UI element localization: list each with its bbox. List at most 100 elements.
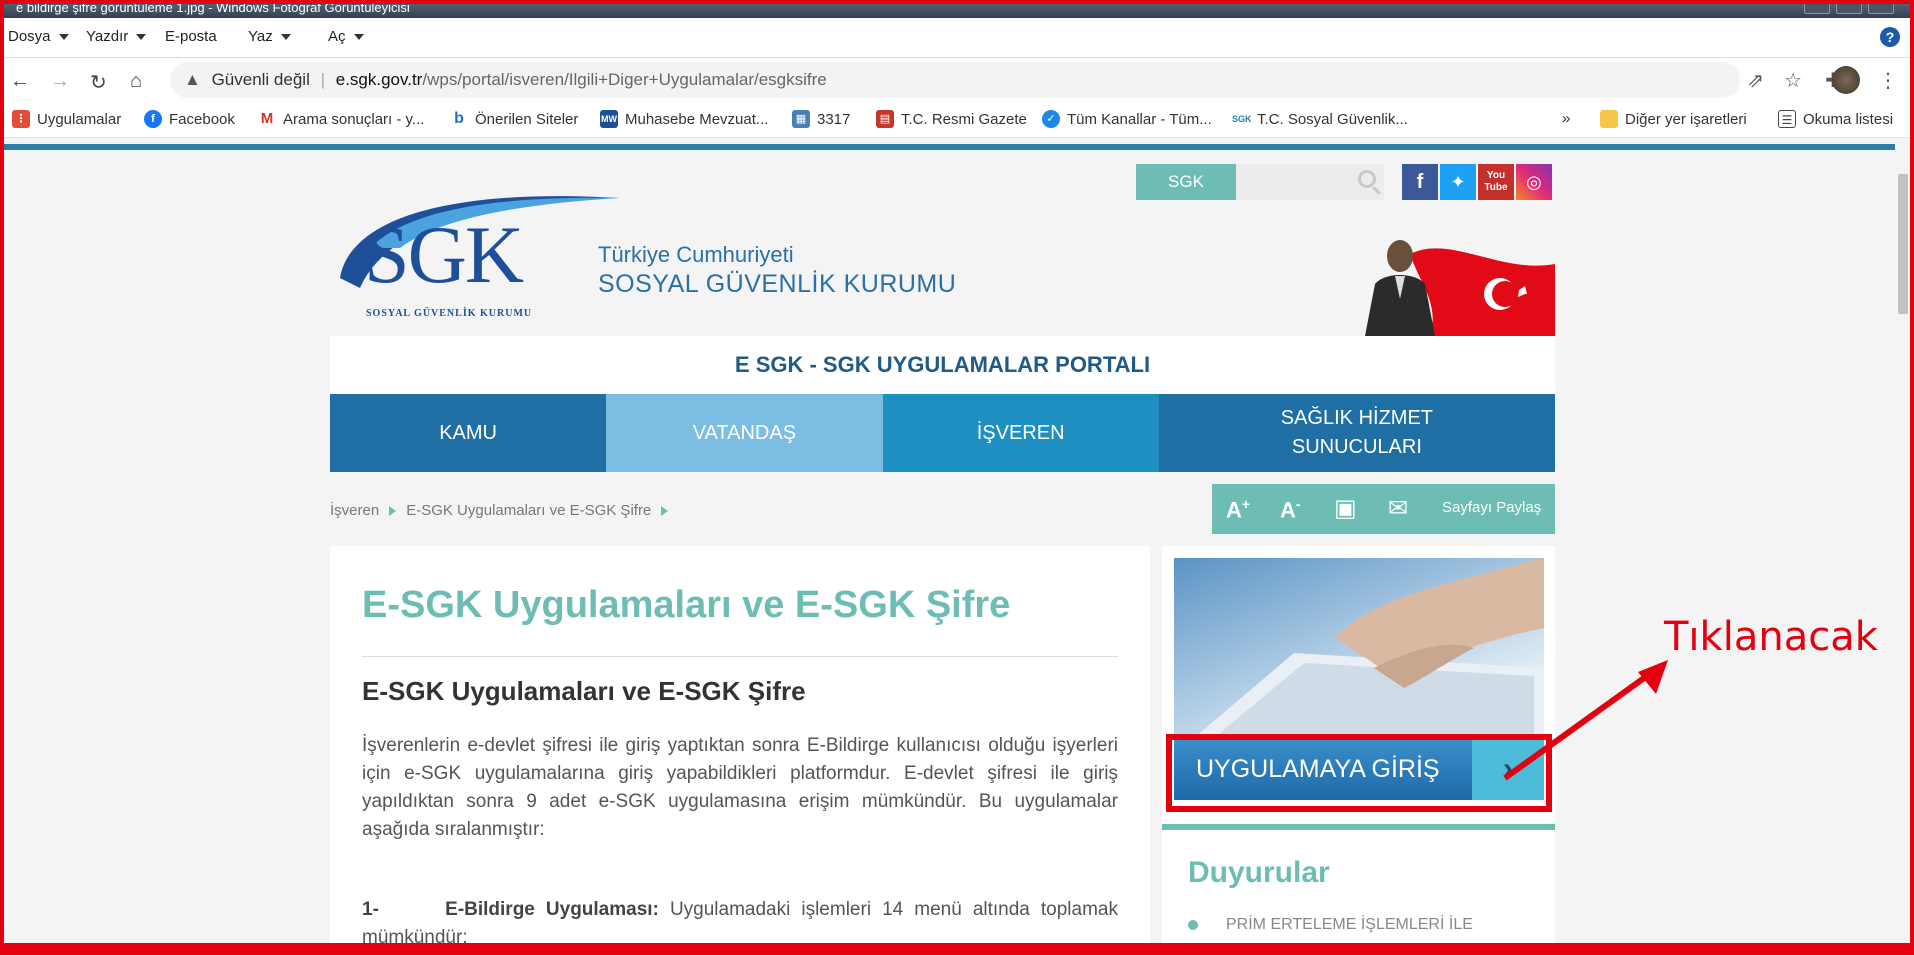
bookmark-resmi-gazete[interactable]: ▤ T.C. Resmi Gazete (876, 110, 1027, 128)
reading-list-button[interactable]: ☰ Okuma listesi (1778, 110, 1893, 128)
breadcrumb-current[interactable]: E-SGK Uygulamaları ve E-SGK Şifre (406, 502, 651, 519)
nav-kamu[interactable]: KAMU (330, 394, 607, 472)
calendar-icon: ▦ (792, 110, 810, 128)
article-intro: İşverenlerin e-devlet şifresi ile giriş … (362, 735, 1118, 840)
site-header: SGK f ✦ You Tube ◎ SGK SOSYAL GÜVENLİK KU… (330, 150, 1555, 336)
avatar[interactable] (1832, 66, 1860, 94)
print-icon[interactable]: ▣ (1334, 494, 1357, 523)
forward-arrow-icon[interactable]: → (50, 70, 70, 93)
url-separator: | (320, 70, 325, 89)
folder-icon (1600, 110, 1618, 128)
font-decrease-button[interactable]: A- (1280, 496, 1301, 523)
bookmark-uygulamalar[interactable]: ⋮ Uygulamalar (12, 110, 121, 128)
back-arrow-icon[interactable]: ← (10, 70, 30, 93)
bookmark-gmail[interactable]: M Arama sonuçları - y... (258, 110, 424, 128)
announcements-bar (1162, 824, 1555, 830)
channels-icon: ✓ (1042, 110, 1060, 128)
nav-vatandas[interactable]: VATANDAŞ (606, 394, 883, 472)
window-title: e bildirge şifre görüntüleme 1.jpg - Win… (16, 0, 410, 15)
page-viewport: SGK f ✦ You Tube ◎ SGK SOSYAL GÜVENLİK KU… (0, 138, 1914, 955)
bookmark-label: 3317 (817, 110, 851, 128)
url-host: e.sgk.gov.tr (335, 70, 423, 89)
bookmark-tum-kanallar[interactable]: ✓ Tüm Kanallar - Tüm... (1042, 110, 1212, 128)
star-icon[interactable]: ☆ (1784, 68, 1802, 93)
bookmark-label: Arama sonuçları - y... (283, 110, 425, 128)
chevron-down-icon (58, 33, 69, 40)
bing-icon: b (450, 110, 468, 128)
close-button[interactable] (1868, 0, 1894, 14)
breadcrumb-isveren[interactable]: İşveren (330, 502, 379, 519)
menu-eposta[interactable]: E-posta (165, 28, 217, 45)
bookmark-label: T.C. Resmi Gazete (901, 110, 1027, 128)
bookmarks-overflow-button[interactable]: » (1562, 110, 1570, 127)
url-field[interactable]: ▲ Güvenli değil | e.sgk.gov.tr/wps/porta… (170, 62, 1740, 98)
bookmark-label: Uygulamalar (37, 110, 122, 128)
menu-label: Aç (328, 28, 346, 45)
share-icon[interactable]: ⇗ (1747, 68, 1764, 93)
nav-isveren[interactable]: İŞVEREN (882, 394, 1159, 472)
scrollbar[interactable] (1896, 152, 1910, 952)
mail-icon[interactable]: ✉ (1388, 494, 1408, 523)
minimize-button[interactable] (1804, 0, 1830, 14)
bookmark-3317[interactable]: ▦ 3317 (792, 110, 850, 128)
sgk-logo[interactable]: SGK (364, 214, 524, 296)
facebook-icon[interactable]: f (1402, 164, 1438, 200)
bookmarks-bar: ⋮ Uygulamalar f Facebook M Arama sonuçları … (0, 102, 1914, 138)
announcements-title: Duyurular (1188, 856, 1330, 889)
page-tools: A+ A- ▣ ✉ Sayfayı Paylaş (1212, 484, 1555, 534)
menu-label: E-posta (165, 28, 217, 45)
menu-yaz[interactable]: Yaz (248, 28, 291, 45)
item-number: 1- (362, 899, 379, 920)
youtube-icon[interactable]: You Tube (1478, 164, 1514, 200)
breadcrumb-separator-icon (661, 505, 669, 516)
font-increase-button[interactable]: A+ (1226, 496, 1250, 523)
ataturk-flag-image (1365, 240, 1555, 336)
announcement-item[interactable]: PRİM ERTELEME İŞLEMLERİ İLE (1188, 916, 1538, 934)
nav-saglik[interactable]: SAĞLIK HİZMET SUNUCULARI (1158, 394, 1555, 472)
font-decrease-label: A (1280, 497, 1296, 523)
list-item: 1- E-Bildirge Uygulaması: Uygulamadaki i… (362, 896, 1118, 952)
bookmark-sgk[interactable]: SGK T.C. Sosyal Güvenlik... (1232, 110, 1408, 128)
bookmark-label: Okuma listesi (1803, 110, 1894, 128)
institution-line-2: SOSYAL GÜVENLİK KURUMU (598, 270, 957, 298)
logo-subtitle: SOSYAL GÜVENLİK KURUMU (366, 308, 533, 319)
keyboard-hero-image (1174, 558, 1544, 738)
kebab-menu-icon[interactable]: ⋮ (1878, 68, 1898, 93)
facebook-icon: f (144, 110, 162, 128)
reload-icon[interactable]: ↻ (90, 70, 107, 95)
share-page-link[interactable]: Sayfayı Paylaş (1442, 499, 1541, 516)
maximize-button[interactable] (1836, 0, 1862, 14)
instagram-icon[interactable]: ◎ (1516, 164, 1552, 200)
menu-bar: Dosya Yazdır E-posta Yaz Aç ? (0, 18, 1914, 58)
institution-line-1: Türkiye Cumhuriyeti (598, 242, 794, 267)
bookmark-facebook[interactable]: f Facebook (144, 110, 235, 128)
bookmark-onerilen[interactable]: b Önerilen Siteler (450, 110, 578, 128)
bookmark-label: Facebook (169, 110, 235, 128)
twitter-icon[interactable]: ✦ (1440, 164, 1476, 200)
home-icon[interactable]: ⌂ (130, 70, 142, 93)
menu-label: Yaz (248, 28, 273, 45)
annotation-callout: Tıklanacak (1664, 614, 1878, 660)
window-controls (1804, 0, 1894, 14)
overflow-label: » (1562, 110, 1571, 127)
bullet-icon (1188, 920, 1198, 930)
bookmark-label: Muhasebe Mevzuat... (625, 110, 769, 128)
search-icon[interactable] (1358, 170, 1376, 188)
menu-ac[interactable]: Aç (328, 28, 364, 45)
apps-grid-icon: ⋮ (12, 110, 30, 128)
chevron-down-icon (136, 33, 147, 40)
scrollbar-thumb[interactable] (1898, 174, 1908, 314)
menu-yazdir[interactable]: Yazdır (86, 28, 147, 45)
menu-dosya[interactable]: Dosya (8, 28, 69, 45)
help-icon[interactable]: ? (1880, 27, 1900, 47)
item-title: E-Bildirge Uygulaması: (445, 899, 659, 920)
bookmark-other[interactable]: Diğer yer işaretleri (1600, 110, 1747, 128)
article: E-SGK Uygulamaları ve E-SGK Şifre E-SGK … (330, 546, 1150, 955)
annotation-arrow-icon (1503, 660, 1668, 781)
site-search-input[interactable] (1236, 164, 1384, 200)
menu-label: Dosya (8, 28, 51, 45)
search-scope-chip[interactable]: SGK (1136, 164, 1236, 200)
gmail-icon: M (258, 110, 276, 128)
bookmark-muhasebe[interactable]: MW Muhasebe Mevzuat... (600, 110, 768, 128)
bookmark-label: T.C. Sosyal Güvenlik... (1257, 110, 1408, 128)
